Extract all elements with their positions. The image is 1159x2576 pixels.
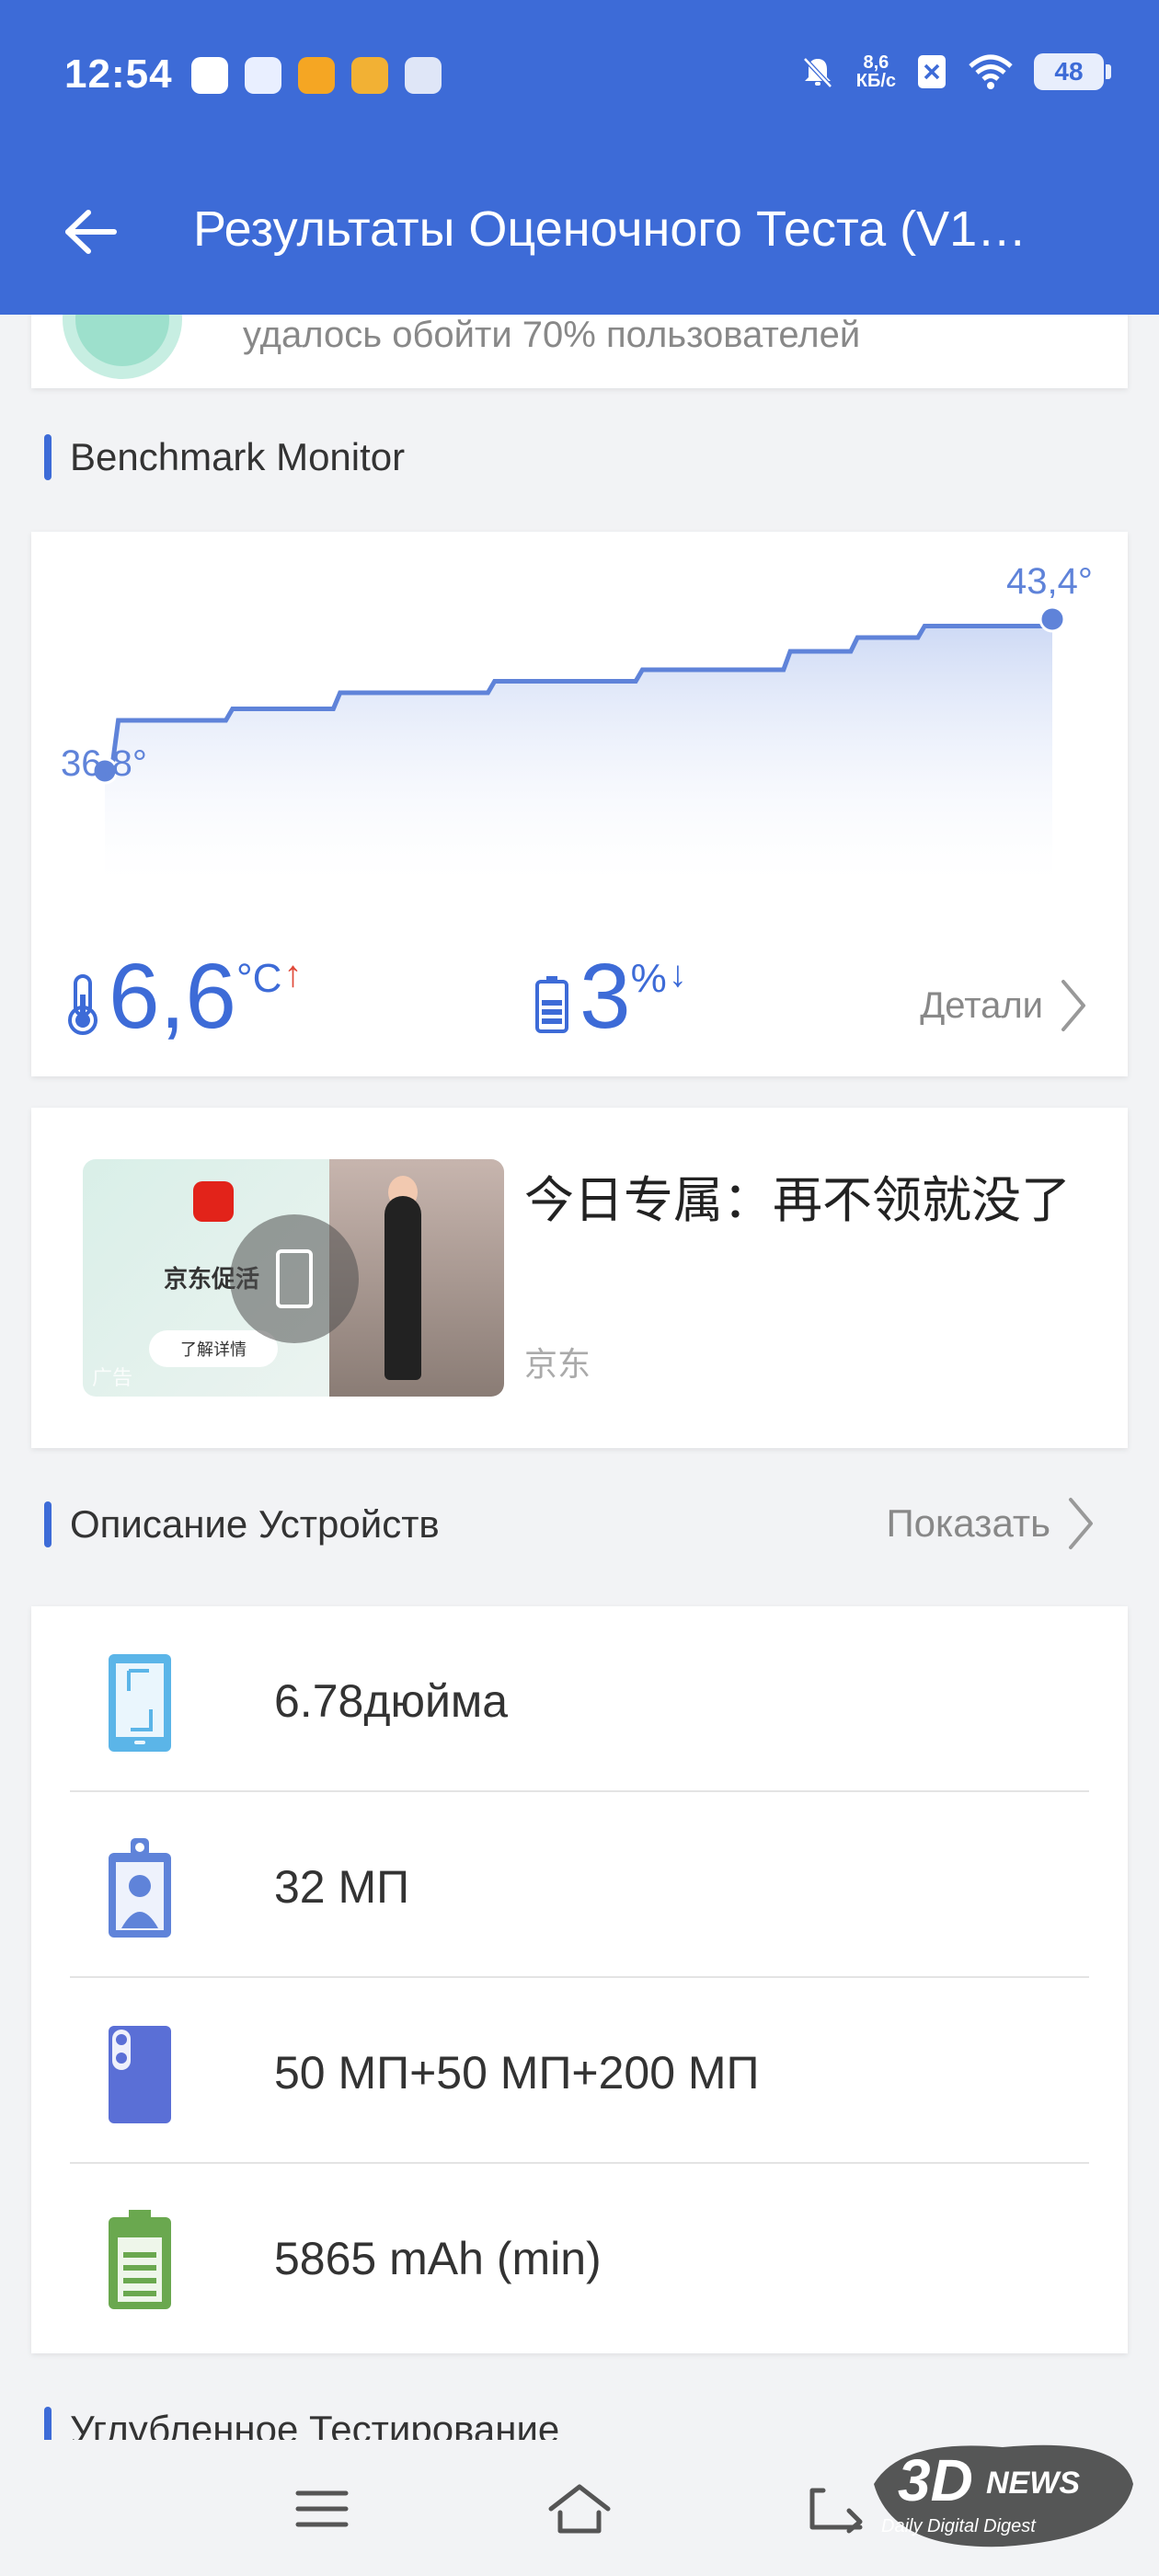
navigation-bar: 3D NEWS Daily Digital Digest xyxy=(0,2440,1159,2576)
show-devices-button[interactable]: Показать xyxy=(886,1496,1095,1551)
svg-text:NEWS: NEWS xyxy=(986,2466,1080,2501)
phone-screen-icon xyxy=(109,1654,171,1752)
battery-unit: % xyxy=(630,956,667,1001)
temperature-area xyxy=(105,619,1052,881)
end-temperature-label: 43,4° xyxy=(1006,561,1093,602)
details-label: Детали xyxy=(920,984,1043,1026)
ad-mark: 广告 xyxy=(92,1366,133,1389)
notification-app-icon xyxy=(405,57,442,94)
temperature-chart xyxy=(91,605,1066,881)
score-badge-icon xyxy=(63,315,182,379)
ad-image[interactable]: 京东促活 了解详情 广告 xyxy=(83,1159,504,1397)
page-title: Результаты Оценочного Теста (V1… xyxy=(193,201,1027,257)
battery-capacity-text: 5865 mAh (min) xyxy=(274,2233,602,2284)
menu-button[interactable] xyxy=(281,2467,363,2550)
front-camera-text: 32 МП xyxy=(274,1861,410,1913)
arrow-left-icon xyxy=(65,210,117,254)
end-temperature-point xyxy=(1039,605,1066,633)
menu-icon xyxy=(295,2490,349,2527)
score-ranking-text: удалось обойти 70% пользователей xyxy=(243,315,861,355)
start-temperature-label: 36,8° xyxy=(61,743,147,784)
status-bar: 12:54 8,6 КБ/с 48 xyxy=(0,0,1159,156)
back-nav-icon xyxy=(809,2488,863,2534)
screen-size-text: 6.78дюйма xyxy=(274,1675,509,1727)
rear-camera-text: 50 МП+50 МП+200 МП xyxy=(274,2047,760,2099)
watermark-logo: 3D NEWS Daily Digital Digest xyxy=(874,2444,1133,2547)
score-card: удалось обойти 70% пользователей xyxy=(31,315,1128,388)
rear-camera-icon xyxy=(109,2026,171,2123)
bell-mute-icon xyxy=(802,57,832,88)
notification-app-icon xyxy=(191,57,228,94)
battery-level-icon xyxy=(535,976,568,1033)
ad-model-figure xyxy=(384,1196,421,1380)
status-indicators: 8,6 КБ/с 48 xyxy=(799,52,1111,91)
svg-text:Daily Digital Digest: Daily Digital Digest xyxy=(881,2516,1037,2536)
device-row-front-camera: 32 МП xyxy=(70,1792,1089,1978)
show-label: Показать xyxy=(886,1501,1050,1545)
arrow-down-icon: ↓ xyxy=(668,954,687,995)
section-header-devices: Описание Устройств xyxy=(70,1502,440,1546)
svg-text:3D: 3D xyxy=(898,2447,973,2513)
details-button[interactable]: Детали xyxy=(920,978,1087,1033)
ad-brand-logo xyxy=(193,1181,234,1222)
battery-drop-value: 3 xyxy=(580,945,631,1048)
temperature-rise: 6,6 °C ↑ xyxy=(63,950,302,1042)
notification-app-icon xyxy=(245,57,281,94)
device-row-rear-camera: 50 МП+50 МП+200 МП xyxy=(70,1978,1089,2164)
battery-indicator: 48 xyxy=(1034,53,1111,90)
notification-bulb-icon xyxy=(298,57,335,94)
benchmark-monitor-card: 36,8° 43,4° 6,6 °C ↑ 3 % ↓ Детали xyxy=(31,532,1128,1076)
ad-title[interactable]: 今日专属：再不领就没了 xyxy=(524,1159,1095,1232)
section-header-deep-test: Углубленное Тестирование xyxy=(70,2407,559,2440)
device-row-screen: 6.78дюйма xyxy=(70,1606,1089,1792)
battery-icon xyxy=(109,2210,171,2309)
ad-source: 京东 xyxy=(524,1345,591,1383)
section-header-benchmark: Benchmark Monitor xyxy=(70,435,406,478)
benchmark-stats: 6,6 °C ↑ 3 % ↓ Детали xyxy=(63,950,1096,1052)
chevron-right-icon xyxy=(1061,980,1085,1031)
back-button[interactable] xyxy=(53,195,127,269)
device-row-battery: 5865 mAh (min) xyxy=(70,2164,1089,2350)
home-button[interactable] xyxy=(538,2467,621,2550)
temperature-rise-value: 6,6 xyxy=(109,945,237,1048)
thermometer-icon xyxy=(68,974,98,1035)
device-specs-card: 6.78дюйма 32 МП 50 МП+50 МП+200 МП 5865 … xyxy=(31,1606,1128,2353)
notification-app-icon xyxy=(351,57,388,94)
ad-rotate-icon xyxy=(230,1214,359,1343)
results-content[interactable]: удалось обойти 70% пользователей Benchma… xyxy=(0,315,1159,2440)
battery-drop: 3 % ↓ xyxy=(534,950,687,1042)
chevron-right-icon xyxy=(1069,1498,1093,1549)
sim-x-icon xyxy=(918,55,946,88)
wifi-icon xyxy=(969,54,1013,89)
arrow-up-icon: ↑ xyxy=(283,954,303,995)
ad-card[interactable]: 京东促活 了解详情 广告 今日专属：再不领就没了 京东 xyxy=(31,1108,1128,1448)
notification-icons xyxy=(191,57,442,94)
home-icon xyxy=(548,2484,611,2534)
front-camera-icon xyxy=(109,1838,171,1938)
temperature-unit: °C xyxy=(236,956,282,1001)
app-bar: Результаты Оценочного Теста (V1… xyxy=(0,156,1159,315)
network-speed: 8,6 КБ/с xyxy=(855,52,896,91)
ad-learn-more-button[interactable]: 了解详情 xyxy=(149,1330,278,1367)
status-time: 12:54 xyxy=(64,52,173,97)
